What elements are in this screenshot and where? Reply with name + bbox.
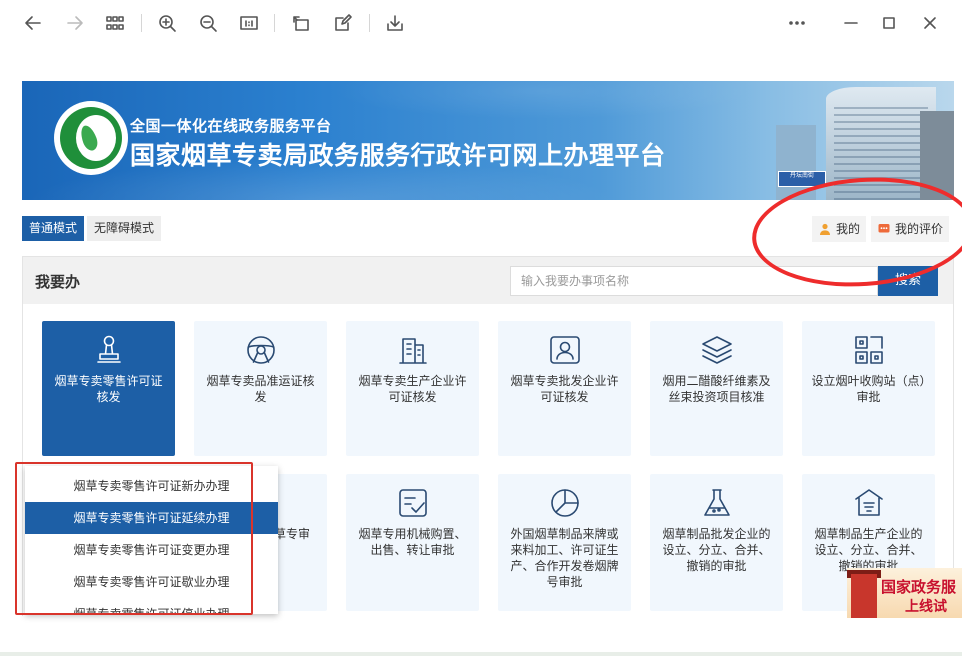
rotate-icon[interactable] — [288, 10, 314, 36]
service-card-label: 烟用二醋酸纤维素及丝束投资项目核准 — [662, 374, 771, 404]
banner-subtitle: 全国一体化在线政务服务平台 — [130, 117, 332, 135]
close-icon[interactable] — [917, 10, 943, 36]
service-card-label: 烟草专卖品准运证核发 — [206, 374, 315, 404]
zoom-out-icon[interactable] — [195, 10, 221, 36]
tobacco-logo-icon — [54, 101, 128, 175]
checklist-icon — [396, 486, 430, 520]
back-arrow-icon[interactable] — [20, 10, 46, 36]
promo-banner[interactable]: 国家政务服 上线试 — [847, 568, 962, 618]
service-card-label: 烟草专卖零售许可证核发 — [54, 374, 163, 404]
annotation-box — [15, 462, 253, 615]
maximize-icon[interactable] — [876, 10, 902, 36]
flask-icon — [700, 486, 734, 520]
service-card-label: 烟草专卖批发企业许可证核发 — [510, 374, 619, 404]
steering-wheel-icon — [244, 333, 278, 367]
service-card[interactable]: 烟草专卖生产企业许可证核发 — [346, 321, 479, 456]
service-card-label: 设立烟叶收购站（点）审批 — [811, 374, 926, 404]
download-icon[interactable] — [382, 10, 408, 36]
section-title: 我要办 — [35, 273, 81, 291]
service-card-label: 烟草制品生产企业的设立、分立、合并、撤销的审批 — [814, 527, 923, 573]
pie-chart-icon — [548, 486, 582, 520]
tab-accessible-mode[interactable]: 无障碍模式 — [87, 216, 161, 241]
service-card[interactable]: 烟用二醋酸纤维素及丝束投资项目核准 — [650, 321, 783, 456]
stamp-icon — [92, 333, 126, 367]
viewer-toolbar — [0, 0, 962, 48]
tiananmen-icon — [851, 574, 877, 618]
building-icon — [396, 333, 430, 367]
more-options-icon[interactable] — [784, 10, 810, 36]
header-banner: 全国一体化在线政务服务平台 国家烟草专卖局政务服务行政许可网上办理平台 丹坛南街 — [22, 81, 954, 200]
zoom-in-icon[interactable] — [154, 10, 180, 36]
service-card-label: 烟草专用机械购置、出售、转让审批 — [358, 527, 467, 557]
service-card-label: 烟草制品批发企业的设立、分立、合并、撤销的审批 — [662, 527, 771, 573]
banner-title: 国家烟草专卖局政务服务行政许可网上办理平台 — [130, 141, 666, 170]
service-card-label: 烟草专卖生产企业许可证核发 — [358, 374, 467, 404]
tab-normal-mode[interactable]: 普通模式 — [22, 216, 84, 241]
edit-icon[interactable] — [330, 10, 356, 36]
minimize-icon[interactable] — [838, 10, 864, 36]
grid-view-icon[interactable] — [102, 10, 128, 36]
divider — [0, 652, 962, 656]
service-card[interactable]: 烟草专用机械购置、出售、转让审批 — [346, 474, 479, 611]
layers-icon — [700, 333, 734, 367]
service-card-label: 外国烟草制品来牌或来料加工、许可证生产、合作开发卷烟牌号审批 — [510, 527, 619, 589]
service-card[interactable]: 外国烟草制品来牌或来料加工、许可证生产、合作开发卷烟牌号审批 — [498, 474, 631, 611]
shop-icon — [852, 486, 886, 520]
grid-icon — [852, 333, 886, 367]
id-card-icon — [548, 333, 582, 367]
forward-arrow-icon[interactable] — [62, 10, 88, 36]
promo-line-1: 国家政务服 — [881, 578, 957, 596]
service-card[interactable]: 烟草专卖零售许可证核发 — [42, 321, 175, 456]
promo-line-2: 上线试 — [905, 599, 947, 615]
service-card[interactable]: 设立烟叶收购站（点）审批 — [802, 321, 935, 456]
actual-size-icon[interactable] — [236, 10, 262, 36]
service-card[interactable]: 烟草制品批发企业的设立、分立、合并、撤销的审批 — [650, 474, 783, 611]
service-card[interactable]: 烟草专卖批发企业许可证核发 — [498, 321, 631, 456]
service-card[interactable]: 烟草专卖品准运证核发 — [194, 321, 327, 456]
